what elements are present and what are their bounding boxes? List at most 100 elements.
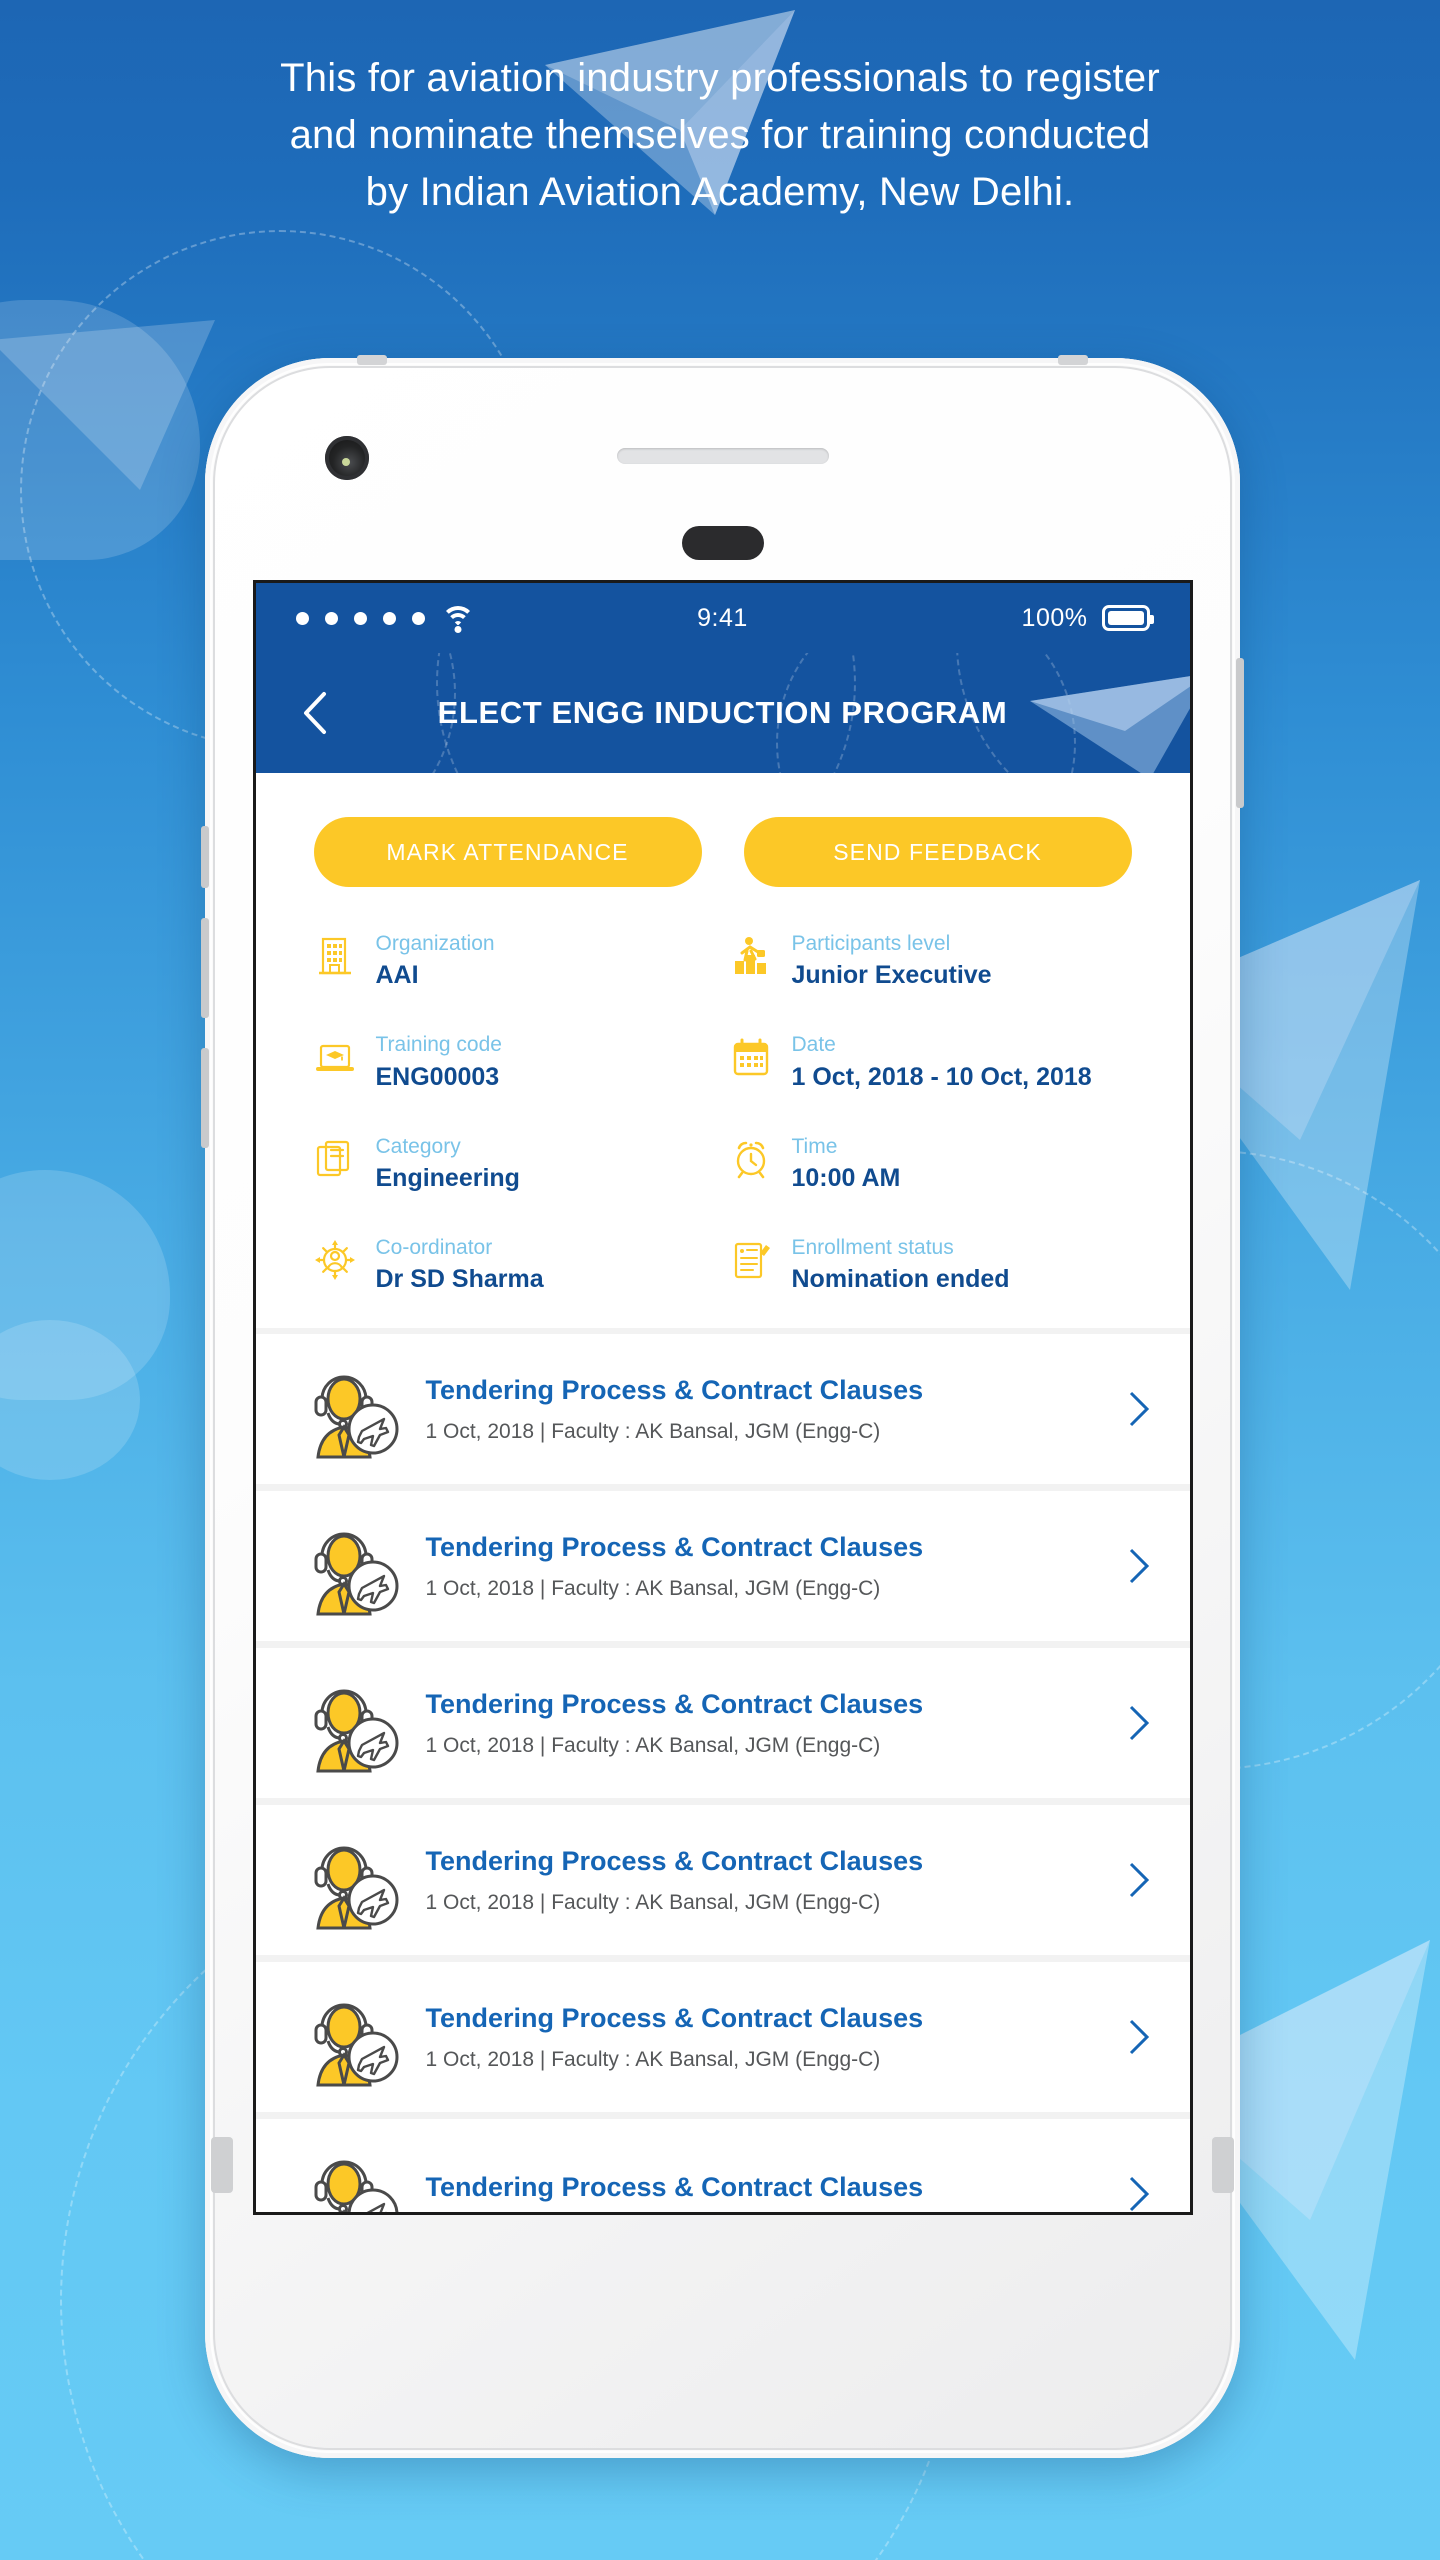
agent-headset-plane-icon (300, 1985, 404, 2089)
network-user-icon (312, 1237, 358, 1283)
phone-power-button (1236, 658, 1244, 808)
back-button[interactable] (292, 690, 338, 736)
list-item[interactable]: Tendering Process & Contract Clauses 1 O… (255, 1334, 1190, 1484)
send-feedback-button[interactable]: SEND FEEDBACK (743, 817, 1132, 887)
info-value: Engineering (375, 1163, 520, 1192)
list-item-title: Tendering Process & Contract Clauses (425, 1531, 924, 1562)
info-item-coordinator: Co-ordinator Dr SD Sharma (312, 1235, 718, 1294)
list-item-subtitle: 1 Oct, 2018 | Faculty : AK Bansal, JGM (… (425, 1891, 881, 1915)
books-icon (312, 1136, 358, 1182)
info-item-enrollment-status: Enrollment status Nomination ended (728, 1235, 1134, 1294)
list-item-subtitle: 1 Oct, 2018 | Faculty : AK Bansal, JGM (… (425, 1734, 881, 1758)
list-item[interactable]: Tendering Process & Contract Clauses 1 O… (255, 1648, 1190, 1798)
agent-headset-plane-icon (300, 2142, 404, 2212)
info-item-participants-level: Participants level Junior Executive (728, 931, 1134, 990)
list-item-subtitle: 1 Oct, 2018 | Faculty : AK Bansal, JGM (… (425, 2048, 881, 2072)
info-value: Nomination ended (791, 1265, 1010, 1293)
list-item-text: Tendering Process & Contract Clauses 1 O… (404, 1374, 1110, 1445)
chevron-left-icon (303, 692, 326, 734)
chevron-right-icon[interactable] (1110, 1704, 1150, 1742)
info-label: Enrollment status (791, 1235, 954, 1259)
phone-antenna-band (211, 2137, 233, 2193)
list-item-text: Tendering Process & Contract Clauses 1 O… (404, 1688, 1110, 1759)
info-value: 1 Oct, 2018 - 10 Oct, 2018 (791, 1062, 1092, 1091)
chevron-right-icon[interactable] (1110, 1547, 1150, 1585)
battery-full-icon (1101, 605, 1154, 631)
info-value: Dr SD Sharma (375, 1265, 544, 1293)
list-item[interactable]: Tendering Process & Contract Clauses 1 O… (255, 1962, 1190, 2112)
banner-line-3: by Indian Aviation Academy, New Delhi. (365, 169, 1075, 214)
list-item-title: Tendering Process & Contract Clauses (425, 2002, 924, 2033)
home-indicator (681, 526, 764, 560)
action-button-row: MARK ATTENDANCE SEND FEEDBACK (256, 773, 1190, 905)
list-item-title: Tendering Process & Contract Clauses (425, 1374, 924, 1405)
phone-antenna-band (357, 355, 387, 365)
session-list: Tendering Process & Contract Clauses 1 O… (255, 1328, 1190, 2212)
app-screen: 9:41 100% ELECT ENGG INDUCTION PROGRAM M… (252, 580, 1193, 2215)
mark-attendance-button[interactable]: MARK ATTENDANCE (313, 817, 702, 887)
info-label: Training code (375, 1033, 502, 1057)
info-label: Time (791, 1134, 838, 1158)
status-bar-right: 100% (1021, 603, 1154, 633)
participants-icon (728, 933, 774, 979)
info-item-training-code: Training code ENG00003 (312, 1032, 718, 1091)
chevron-right-icon[interactable] (1110, 2018, 1150, 2056)
list-item-title: Tendering Process & Contract Clauses (425, 1688, 924, 1719)
list-item-text: Tendering Process & Contract Clauses 1 O… (404, 1845, 1110, 1916)
page-title: ELECT ENGG INDUCTION PROGRAM (437, 695, 1008, 730)
info-value: 10:00 AM (791, 1163, 901, 1192)
info-label: Co-ordinator (375, 1235, 493, 1259)
list-item[interactable]: Tendering Process & Contract Clauses (255, 2119, 1190, 2212)
info-value: AAI (375, 961, 419, 990)
paper-plane-icon (0, 320, 215, 490)
earpiece-speaker (616, 448, 829, 464)
banner-line-2: and nominate themselves for training con… (289, 112, 1151, 157)
calendar-icon (728, 1034, 774, 1080)
phone-antenna-band (1212, 2137, 1234, 2193)
info-value: ENG00003 (375, 1062, 500, 1091)
cloud-shape (0, 1170, 170, 1400)
info-label: Participants level (791, 932, 951, 955)
phone-mockup: 9:41 100% ELECT ENGG INDUCTION PROGRAM M… (201, 355, 1244, 2458)
alarm-clock-icon (728, 1136, 774, 1182)
front-camera-icon (325, 436, 369, 480)
info-label: Organization (375, 932, 495, 955)
cloud-shape (0, 300, 200, 560)
building-icon (312, 933, 358, 979)
list-item[interactable]: Tendering Process & Contract Clauses 1 O… (255, 1491, 1190, 1641)
phone-antenna-band (1058, 355, 1088, 365)
list-item-subtitle: 1 Oct, 2018 | Faculty : AK Bansal, JGM (… (425, 1420, 881, 1444)
agent-headset-plane-icon (300, 1357, 404, 1461)
phone-volume-down-button (201, 1048, 209, 1148)
cloud-shape (0, 1320, 140, 1480)
list-item-text: Tendering Process & Contract Clauses 1 O… (404, 2002, 1110, 2073)
battery-percent-label: 100% (1021, 603, 1088, 632)
list-item-text: Tendering Process & Contract Clauses (404, 2171, 1110, 2212)
app-header: ELECT ENGG INDUCTION PROGRAM (255, 653, 1190, 773)
info-label: Category (375, 1134, 461, 1158)
banner-text: This for aviation industry professionals… (0, 50, 1440, 220)
page-background: This for aviation industry professionals… (0, 0, 1440, 2560)
agent-headset-plane-icon (300, 1514, 404, 1618)
laptop-cap-icon (312, 1034, 358, 1080)
course-info-grid: Organization AAI Participants level Juni… (256, 905, 1190, 1328)
info-value: Junior Executive (791, 961, 992, 990)
chevron-right-icon[interactable] (1110, 1861, 1150, 1899)
status-bar: 9:41 100% (255, 583, 1190, 653)
list-item-subtitle: 1 Oct, 2018 | Faculty : AK Bansal, JGM (… (425, 1577, 881, 1601)
info-item-time: Time 10:00 AM (728, 1134, 1134, 1193)
list-item-title: Tendering Process & Contract Clauses (425, 2172, 924, 2203)
phone-side-button (201, 826, 209, 888)
agent-headset-plane-icon (300, 1671, 404, 1775)
list-item[interactable]: Tendering Process & Contract Clauses 1 O… (255, 1805, 1190, 1955)
list-item-title: Tendering Process & Contract Clauses (425, 1845, 924, 1876)
info-item-date: Date 1 Oct, 2018 - 10 Oct, 2018 (728, 1032, 1134, 1091)
phone-volume-up-button (201, 918, 209, 1018)
chevron-right-icon[interactable] (1110, 2175, 1150, 2212)
info-item-organization: Organization AAI (312, 931, 718, 990)
chevron-right-icon[interactable] (1110, 1390, 1150, 1428)
banner-line-1: This for aviation industry professionals… (280, 56, 1160, 100)
agent-headset-plane-icon (300, 1828, 404, 1932)
list-item-text: Tendering Process & Contract Clauses 1 O… (404, 1531, 1110, 1602)
info-item-category: Category Engineering (312, 1134, 718, 1193)
